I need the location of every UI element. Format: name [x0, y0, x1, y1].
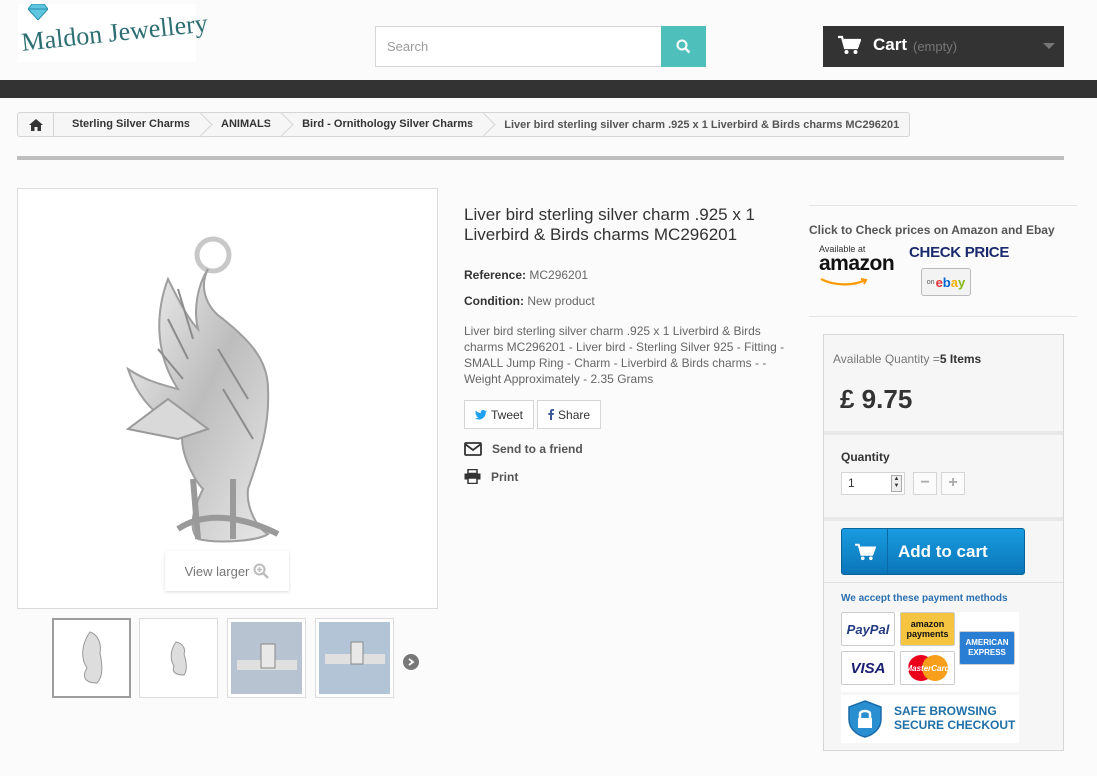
chevron-down-icon	[1043, 43, 1055, 49]
check-prices-text: Click to Check prices on Amazon and Ebay	[809, 223, 1055, 237]
divider	[824, 582, 1063, 583]
breadcrumb-current: Liver bird sterling silver charm .925 x …	[504, 118, 900, 131]
search-input[interactable]	[376, 27, 661, 66]
diamond-icon	[28, 4, 48, 20]
tweet-button[interactable]: Tweet	[464, 400, 535, 429]
cart-button[interactable]: Cart (empty)	[823, 26, 1064, 67]
cart-icon	[842, 529, 888, 574]
reference-value: MC296201	[529, 268, 589, 282]
share-label: Share	[558, 407, 591, 422]
logo-text: Maldon Jewellery	[20, 8, 210, 57]
thumbnail-1[interactable]	[52, 618, 131, 698]
thumbnail-4[interactable]	[315, 618, 394, 698]
breadcrumb-link-sterling-silver-charms[interactable]: Sterling Silver Charms	[54, 113, 203, 136]
reference-label: Reference:	[464, 268, 527, 282]
check-price-label: CHECK PRICE	[909, 244, 1010, 261]
buy-box: Available Quantity =5 Items £ 9.75 Quant…	[823, 334, 1064, 751]
zoom-in-icon	[253, 563, 270, 579]
product-reference: Reference: MC296201	[464, 268, 588, 282]
secure-text: SAFE BROWSING SECURE CHECKOUT	[894, 704, 1016, 732]
facebook-icon	[548, 409, 555, 420]
ebay-link[interactable]: on ebay ebay	[921, 268, 971, 296]
liver-bird-charm-image	[125, 236, 280, 543]
paypal-logo: PayPal	[841, 612, 895, 646]
available-quantity-label: Available Quantity =	[833, 352, 940, 366]
visa-logo: VISA	[841, 651, 895, 685]
breadcrumb-link-animals[interactable]: ANIMALS	[203, 113, 284, 136]
breadcrumb: Sterling Silver Charms ANIMALS Bird - Or…	[17, 112, 911, 137]
divider	[17, 156, 1064, 160]
add-to-cart-button[interactable]: Add to cart	[841, 528, 1025, 575]
thumbnail-2[interactable]	[139, 618, 218, 698]
cart-icon	[838, 35, 861, 54]
top-menu-bar	[0, 80, 1097, 98]
send-to-friend-link[interactable]: Send to a friend	[464, 442, 583, 456]
amazon-logo-text: amazon	[819, 252, 895, 275]
envelope-icon	[464, 442, 482, 456]
tweet-label: Tweet	[491, 407, 524, 422]
site-logo[interactable]: Maldon Jewellery	[18, 4, 209, 62]
print-link[interactable]: Print	[464, 469, 518, 484]
quantity-value: 1	[848, 476, 855, 490]
thumbnail-image	[143, 622, 214, 694]
thumbnail-image	[57, 623, 126, 693]
amazon-smile-icon	[820, 278, 868, 286]
cart-label: Cart	[873, 35, 908, 54]
divider	[809, 205, 1077, 206]
share-button[interactable]: Share	[537, 400, 602, 429]
product-main-image[interactable]: View larger	[17, 188, 438, 609]
view-larger-label: View larger	[184, 563, 250, 579]
condition-label: Condition:	[464, 294, 524, 308]
amazon-link[interactable]: Available at amazon	[819, 244, 895, 294]
divider	[824, 431, 1063, 435]
product-title: Liver bird sterling silver charm .925 x …	[464, 205, 756, 244]
thumbnail-3[interactable]	[227, 618, 306, 698]
twitter-icon	[475, 409, 487, 419]
product-description: Liver bird sterling silver charm .925 x …	[464, 324, 785, 386]
social-buttons: Tweet Share	[464, 400, 602, 429]
secure-checkout-badge: SAFE BROWSING SECURE CHECKOUT	[841, 695, 1019, 743]
search-button[interactable]	[661, 26, 706, 67]
send-to-friend-label: Send to a friend	[492, 442, 583, 456]
product-condition: Condition: New product	[464, 294, 595, 308]
available-quantity-value: 5 Items	[939, 352, 982, 366]
divider	[824, 517, 1063, 521]
payment-methods-title: We accept these payment methods	[841, 593, 1008, 604]
chevron-right-icon[interactable]	[403, 654, 419, 670]
american-express-logo: AMERICAN EXPRESS	[959, 631, 1015, 665]
ebay-logo-text: ebay	[935, 274, 966, 290]
breadcrumb-home[interactable]	[18, 113, 54, 136]
condition-value: New product	[527, 294, 595, 308]
mastercard-logo: MasterCard	[900, 651, 955, 685]
thumbnail-image	[231, 622, 302, 694]
shield-lock-icon	[848, 700, 882, 738]
search-bar	[375, 26, 706, 67]
ebay-prefix: on	[926, 278, 935, 286]
amazon-payments-logo: amazon payments	[900, 612, 955, 646]
quantity-spinner[interactable]: ▲ ▼	[891, 475, 902, 492]
divider	[809, 316, 1077, 317]
print-icon	[464, 469, 481, 484]
thumbnail-image	[319, 622, 390, 694]
breadcrumb-link-bird-ornithology[interactable]: Bird - Ornithology Silver Charms	[284, 113, 486, 136]
home-icon	[28, 118, 43, 131]
add-to-cart-label: Add to cart	[898, 541, 988, 561]
print-label: Print	[491, 469, 519, 484]
available-quantity: Available Quantity =5 Items	[833, 352, 981, 366]
view-larger-button[interactable]: View larger	[165, 551, 289, 591]
quantity-increase-button[interactable]: +	[941, 472, 965, 495]
search-icon	[676, 39, 691, 54]
quantity-input[interactable]: 1 ▲ ▼	[841, 472, 905, 495]
cart-status: (empty)	[913, 39, 958, 54]
quantity-label: Quantity	[841, 450, 890, 464]
product-price: £ 9.75	[840, 384, 913, 414]
quantity-decrease-button[interactable]: −	[913, 472, 937, 495]
payment-logos: PayPal amazon payments AMERICAN EXPRESS …	[841, 612, 1019, 692]
